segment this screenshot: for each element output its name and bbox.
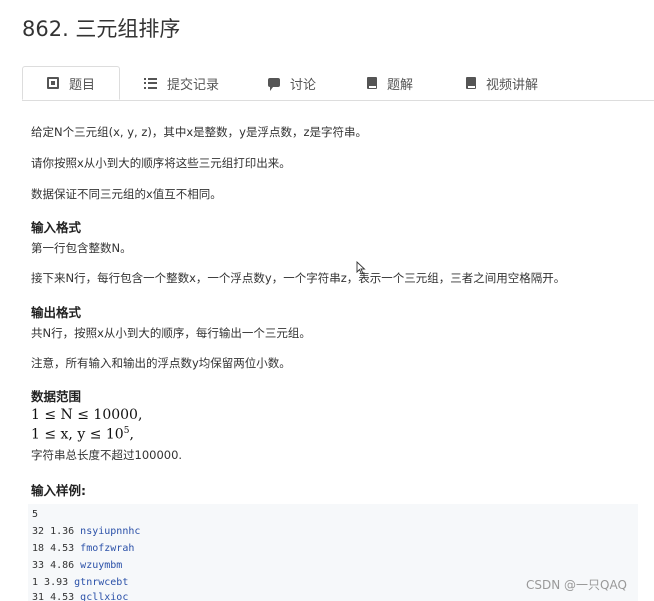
chat-icon	[268, 77, 280, 91]
code-number: 33	[32, 560, 45, 571]
description-text: 请你按照x从小到大的顺序将这些三元组打印出来。	[31, 156, 291, 170]
tab-label: 提交记录	[167, 77, 220, 93]
range-formula-base: 1 ≤ x, y ≤ 10	[31, 426, 124, 443]
problem-page: 862. 三元组排序 题目 提交记录 讨论 题解 视频讲解 给定N个三元组(x,…	[0, 0, 654, 601]
data-range-heading: 数据范围	[31, 389, 82, 404]
input-format-text: 接下来N行，每行包含一个整数x，一个浮点数y，一个字符串z，表示一个三元组，三者…	[31, 271, 566, 285]
sample-input-heading: 输入样例:	[31, 483, 86, 498]
tab-bar: 题目 提交记录 讨论 题解 视频讲解	[22, 66, 654, 101]
range-formula: 1 ≤ x, y ≤ 105,	[31, 426, 134, 443]
book-icon	[367, 77, 377, 89]
code-float: 1.36	[44, 526, 81, 537]
tab-discussion[interactable]: 讨论	[268, 66, 316, 100]
code-string: gtnrwcebt	[74, 577, 129, 588]
output-format-text: 注意，所有输入和输出的浮点数y均保留两位小数。	[31, 356, 291, 370]
output-format-text: 共N行，按照x从小到大的顺序，每行输出一个三元组。	[31, 326, 311, 340]
book-icon	[466, 77, 476, 89]
code-float: 3.93	[38, 577, 75, 588]
code-number: 5	[32, 509, 39, 520]
code-line: 32 1.36 nsyiupnnhc	[32, 526, 140, 537]
tab-video[interactable]: 视频讲解	[466, 66, 538, 100]
mouse-cursor-icon	[356, 261, 366, 275]
book-icon	[46, 77, 59, 89]
code-string: gcllxioc	[80, 592, 129, 601]
tab-label: 讨论	[290, 77, 317, 93]
code-string: fmofzwrah	[80, 543, 135, 554]
code-float: 4.86	[44, 560, 81, 571]
input-format-heading: 输入格式	[31, 220, 82, 235]
code-number: 31	[32, 592, 45, 601]
tab-solutions[interactable]: 题解	[367, 66, 413, 100]
code-string: nsyiupnnhc	[80, 526, 141, 537]
tab-problem[interactable]: 题目	[22, 66, 120, 100]
code-float: 4.53	[44, 543, 81, 554]
tab-submissions[interactable]: 提交记录	[144, 66, 219, 100]
code-line: 31 4.53 gcllxioc	[32, 592, 128, 601]
code-line: 33 4.86 wzuymbm	[32, 560, 122, 571]
code-line: 5	[32, 509, 38, 520]
input-format-text: 第一行包含整数N。	[31, 241, 132, 255]
code-line: 1 3.93 gtnrwcebt	[32, 577, 128, 588]
tab-label: 题目	[68, 77, 95, 93]
list-icon	[144, 77, 157, 89]
code-string: wzuymbm	[80, 560, 123, 571]
description-text: 给定N个三元组(x, y, z)，其中x是整数，y是浮点数，z是字符串。	[31, 125, 367, 139]
code-float: 4.53	[44, 592, 81, 601]
output-format-heading: 输出格式	[31, 305, 82, 320]
code-number: 32	[32, 526, 45, 537]
tab-label: 视频讲解	[486, 77, 539, 93]
range-formula: 1 ≤ N ≤ 10000,	[31, 407, 143, 423]
data-range-note: 字符串总长度不超过100000.	[31, 448, 183, 462]
page-title: 862. 三元组排序	[22, 17, 181, 41]
tab-label: 题解	[387, 77, 414, 93]
code-line: 18 4.53 fmofzwrah	[32, 543, 134, 554]
watermark: CSDN @一只QAQ	[526, 578, 627, 592]
code-number: 18	[32, 543, 45, 554]
range-formula-suffix: ,	[129, 426, 134, 443]
description-text: 数据保证不同三元组的x值互不相同。	[31, 187, 222, 201]
